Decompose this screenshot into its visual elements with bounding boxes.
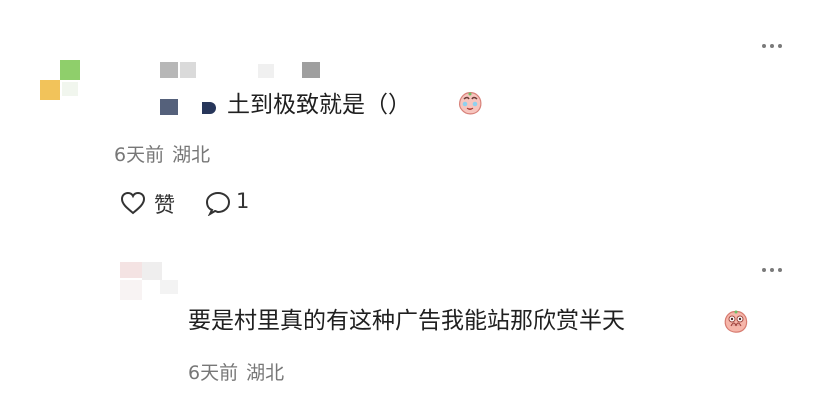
username-pixel	[258, 64, 274, 78]
timestamp: 6天前	[188, 362, 239, 384]
timestamp: 6天前	[114, 144, 165, 166]
avatar-pixel	[60, 60, 80, 80]
reply-count[interactable]: 1	[236, 189, 249, 213]
comment-text: 要是村里真的有这种广告我能站那欣赏半天	[188, 308, 625, 334]
location: 湖北	[172, 144, 211, 166]
crying-face-emoji-icon	[459, 92, 482, 115]
avatar-pixel	[142, 262, 162, 280]
avatar-pixel	[40, 80, 60, 100]
comment-meta: 6天前 湖北	[188, 358, 284, 385]
comment-bubble-icon[interactable]	[204, 190, 232, 216]
like-button-label[interactable]: 赞	[154, 189, 175, 219]
avatar-pixel	[120, 280, 142, 300]
location: 湖北	[246, 362, 285, 384]
avatar-pixel	[120, 262, 142, 278]
avatar-pixel	[62, 82, 78, 96]
username-pixel	[302, 62, 320, 78]
username-pixel	[180, 62, 196, 78]
more-options-icon[interactable]	[758, 263, 786, 277]
username-pixel	[160, 62, 178, 78]
more-options-icon[interactable]	[758, 39, 786, 53]
heart-outline-icon[interactable]	[119, 190, 147, 216]
comment-1: 土到极致就是（） 6天前 湖北 赞 1	[0, 0, 828, 230]
comment-text: 土到极致就是（）	[227, 92, 411, 118]
pleading-face-emoji-icon	[724, 310, 748, 333]
redacted-prefix	[202, 102, 216, 114]
username-pixel	[160, 280, 178, 294]
redacted-prefix	[160, 99, 178, 115]
comment-meta: 6天前 湖北	[114, 140, 210, 167]
